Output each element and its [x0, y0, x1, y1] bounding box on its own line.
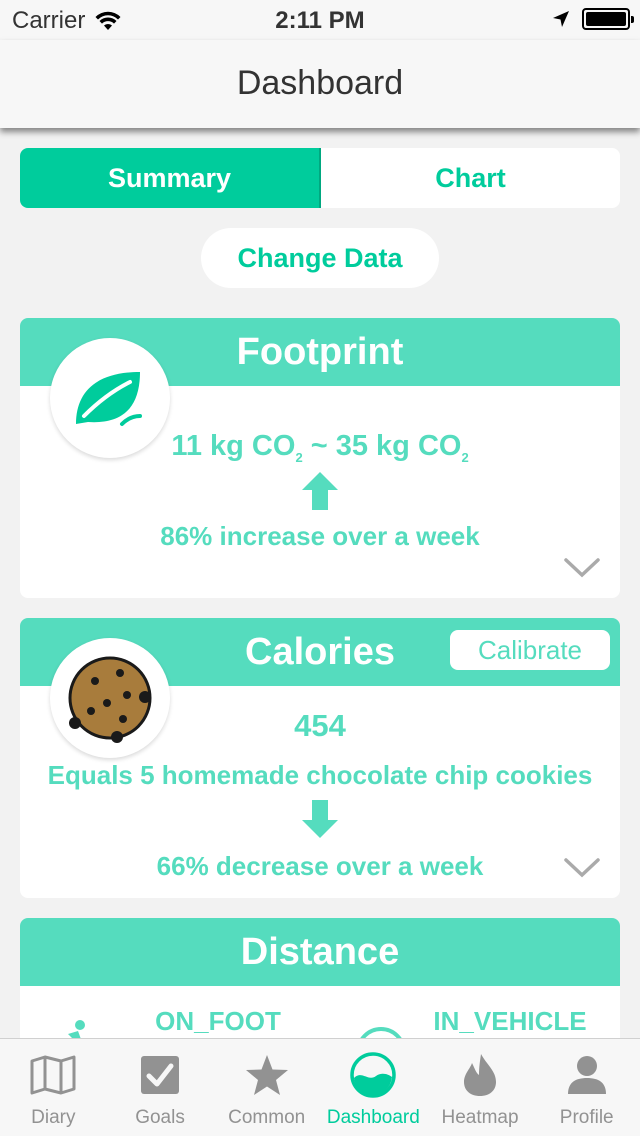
- page-title: Dashboard: [236, 64, 404, 102]
- footprint-separator: ~: [310, 430, 328, 462]
- checkbox-icon: [136, 1051, 184, 1099]
- cookie-icon: [68, 656, 152, 743]
- location-arrow-icon: [553, 11, 569, 27]
- tab-dashboard-label: Dashboard: [326, 1107, 420, 1128]
- footprint-title: Footprint: [236, 330, 404, 373]
- footprint-card: Footprint 11 kg CO2 ~ 35 kg CO2 86% incr…: [20, 318, 620, 598]
- distance-mode-on-foot: ON_FOOT: [155, 1006, 281, 1036]
- leaf-icon-badge: [50, 338, 170, 458]
- cookie-icon-badge: [50, 638, 170, 758]
- tab-goals-label: Goals: [135, 1107, 185, 1128]
- view-segmented-control: Summary Chart: [20, 148, 620, 208]
- change-data-button[interactable]: Change Data: [201, 228, 439, 288]
- leaf-icon: [76, 372, 142, 426]
- calories-card: Calories Calibrate 454 Equals 5 homemade…: [20, 618, 620, 898]
- star-icon: [243, 1051, 291, 1099]
- distance-header: Distance: [20, 918, 620, 986]
- battery-icon: [582, 8, 634, 30]
- status-right: [552, 8, 634, 30]
- calories-change: 66% decrease over a week: [156, 851, 484, 881]
- clock: 2:11 PM: [275, 7, 365, 34]
- calories-title: Calories: [245, 630, 395, 673]
- tab-diary[interactable]: Diary: [0, 1039, 107, 1136]
- navigation-bar: Dashboard: [0, 40, 640, 128]
- tab-common[interactable]: Common: [213, 1039, 320, 1136]
- footprint-change: 86% increase over a week: [160, 521, 480, 551]
- person-icon: [563, 1051, 611, 1099]
- status-bar: Carrier 2:11 PM: [0, 0, 640, 40]
- calories-equivalent: Equals 5 homemade chocolate chip cookies: [47, 760, 593, 790]
- footprint-low-sub: 2: [295, 449, 303, 465]
- arrow-up-icon: [302, 472, 338, 510]
- map-icon: [29, 1051, 77, 1099]
- tab-dashboard[interactable]: Dashboard: [320, 1039, 427, 1136]
- flame-icon: [456, 1051, 504, 1099]
- tab-diary-label: Diary: [31, 1107, 76, 1128]
- dashboard-icon: [349, 1051, 397, 1099]
- footprint-low: 11 kg CO: [171, 430, 296, 462]
- footprint-high: 35 kg CO: [335, 430, 462, 462]
- tab-bar: Diary Goals Common Dashboard Heatmap Pro…: [0, 1038, 640, 1136]
- tab-heatmap-label: Heatmap: [441, 1107, 519, 1128]
- calibrate-button[interactable]: Calibrate: [450, 630, 610, 670]
- tab-goals[interactable]: Goals: [107, 1039, 214, 1136]
- tab-heatmap[interactable]: Heatmap: [427, 1039, 534, 1136]
- segment-summary[interactable]: Summary: [20, 148, 321, 208]
- footprint-high-sub: 2: [461, 449, 469, 465]
- distance-card: Distance ON_FOOT IN_VEHICLE: [20, 918, 620, 1058]
- calories-expand-chevron-icon[interactable]: [564, 858, 600, 878]
- tab-common-label: Common: [228, 1107, 306, 1128]
- tab-profile[interactable]: Profile: [533, 1039, 640, 1136]
- distance-title: Distance: [240, 930, 400, 973]
- segment-chart[interactable]: Chart: [321, 148, 620, 208]
- arrow-down-icon: [302, 800, 338, 838]
- tab-profile-label: Profile: [559, 1107, 614, 1128]
- distance-mode-in-vehicle: IN_VEHICLE: [433, 1006, 587, 1036]
- footprint-expand-chevron-icon[interactable]: [564, 558, 600, 578]
